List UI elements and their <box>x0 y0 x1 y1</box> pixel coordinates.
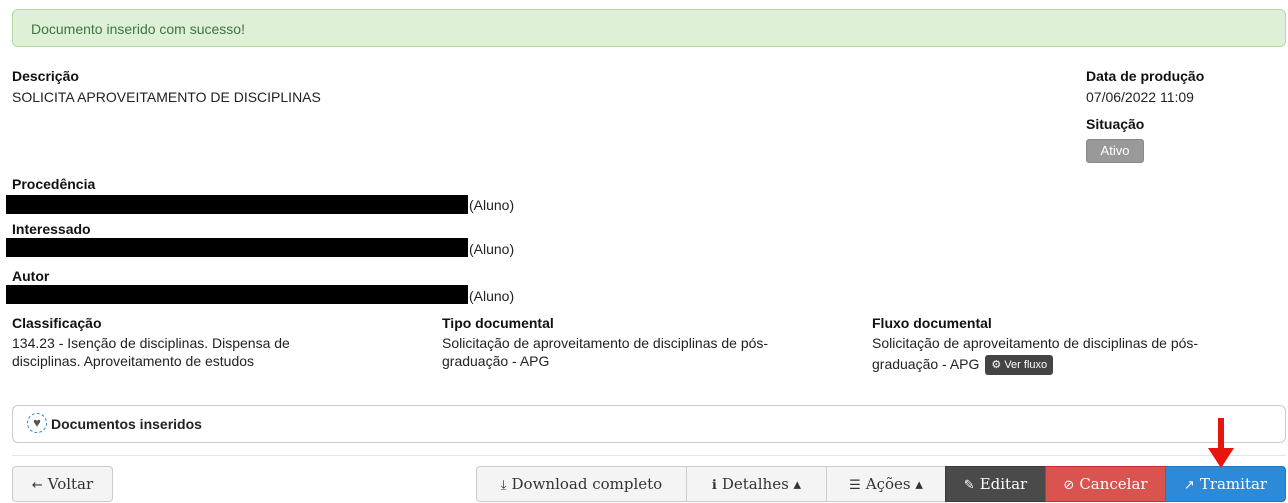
arrow-shaft <box>1218 418 1224 450</box>
list-icon: ☰ <box>849 478 861 493</box>
detalhes-dropdown[interactable]: ℹ Detalhes ▴ <box>686 466 827 502</box>
ver-fluxo-label: Ver fluxo <box>1004 359 1048 372</box>
download-icon: ⤓ <box>500 478 507 493</box>
cancelar-button[interactable]: ⊘ Cancelar <box>1045 466 1166 502</box>
cancelar-label: Cancelar <box>1079 475 1148 493</box>
arrow-left-icon: ← <box>31 478 43 493</box>
tramitar-label: Tramitar <box>1199 475 1268 493</box>
caret-up-icon: ▴ <box>910 475 923 493</box>
procedencia-label: Procedência <box>12 176 96 192</box>
fluxo-documental-line2: graduação - APG <box>872 356 980 372</box>
caret-up-icon: ▴ <box>788 475 802 493</box>
classificacao-line2: disciplinas. Aproveitamento de estudos <box>12 353 255 369</box>
acoes-dropdown[interactable]: ☰ Ações ▴ <box>826 466 946 502</box>
voltar-button[interactable]: ← Voltar <box>12 466 113 502</box>
status-badge: Ativo <box>1086 139 1144 163</box>
data-producao-label: Data de produção <box>1086 68 1205 84</box>
interessado-label: Interessado <box>12 221 91 237</box>
share-icon: ↗ <box>1183 478 1195 493</box>
documentos-inseridos-panel[interactable]: ♥ Documentos inseridos <box>12 405 1286 443</box>
editar-button[interactable]: ✎ Editar <box>945 466 1046 502</box>
info-icon: ℹ <box>711 478 717 493</box>
heart-cog-icon: ♥ <box>27 413 47 434</box>
fluxo-documental-value: Solicitação de aproveitamento de discipl… <box>872 334 1199 376</box>
divider <box>12 455 1286 456</box>
situacao-label: Situação <box>1086 116 1145 132</box>
classificacao-label: Classificação <box>12 315 102 331</box>
cogs-icon: ⚙ <box>991 359 1005 372</box>
classificacao-line1: 134.23 - Isenção de disciplinas. Dispens… <box>12 335 290 351</box>
data-producao-value: 07/06/2022 11:09 <box>1086 89 1194 105</box>
acoes-label: Ações <box>865 475 911 493</box>
fluxo-documental-label: Fluxo documental <box>872 315 992 331</box>
editar-label: Editar <box>979 475 1028 493</box>
autor-label: Autor <box>12 268 50 284</box>
detalhes-label: Detalhes <box>721 475 789 493</box>
descricao-value: SOLICITA APROVEITAMENTO DE DISCIPLINAS <box>12 89 321 105</box>
classificacao-value: 134.23 - Isenção de disciplinas. Dispens… <box>12 334 290 370</box>
tipo-documental-label: Tipo documental <box>442 315 554 331</box>
interessado-type: (Aluno) <box>469 241 515 257</box>
tipo-documental-line2: graduação - APG <box>442 353 550 369</box>
redacted-autor <box>6 285 468 304</box>
arrow-head <box>1208 448 1234 468</box>
panel-title: Documentos inseridos <box>51 416 202 432</box>
procedencia-type: (Aluno) <box>469 197 515 213</box>
ban-icon: ⊘ <box>1063 478 1075 493</box>
fluxo-documental-line1: Solicitação de aproveitamento de discipl… <box>872 335 1199 351</box>
download-label: Download completo <box>511 475 663 493</box>
voltar-label: Voltar <box>47 475 94 493</box>
tipo-documental-value: Solicitação de aproveitamento de discipl… <box>442 334 768 370</box>
autor-type: (Aluno) <box>469 288 515 304</box>
red-arrow-annotation <box>1208 418 1234 468</box>
redacted-procedencia <box>6 195 468 214</box>
download-completo-button[interactable]: ⤓ Download completo <box>476 466 687 502</box>
success-alert: Documento inserido com sucesso! <box>12 9 1286 47</box>
tramitar-button[interactable]: ↗ Tramitar <box>1165 466 1286 502</box>
tipo-documental-line1: Solicitação de aproveitamento de discipl… <box>442 335 769 351</box>
redacted-interessado <box>6 238 468 257</box>
ver-fluxo-button[interactable]: ⚙ Ver fluxo <box>985 355 1054 376</box>
edit-icon: ✎ <box>963 478 975 493</box>
descricao-label: Descrição <box>12 68 79 84</box>
